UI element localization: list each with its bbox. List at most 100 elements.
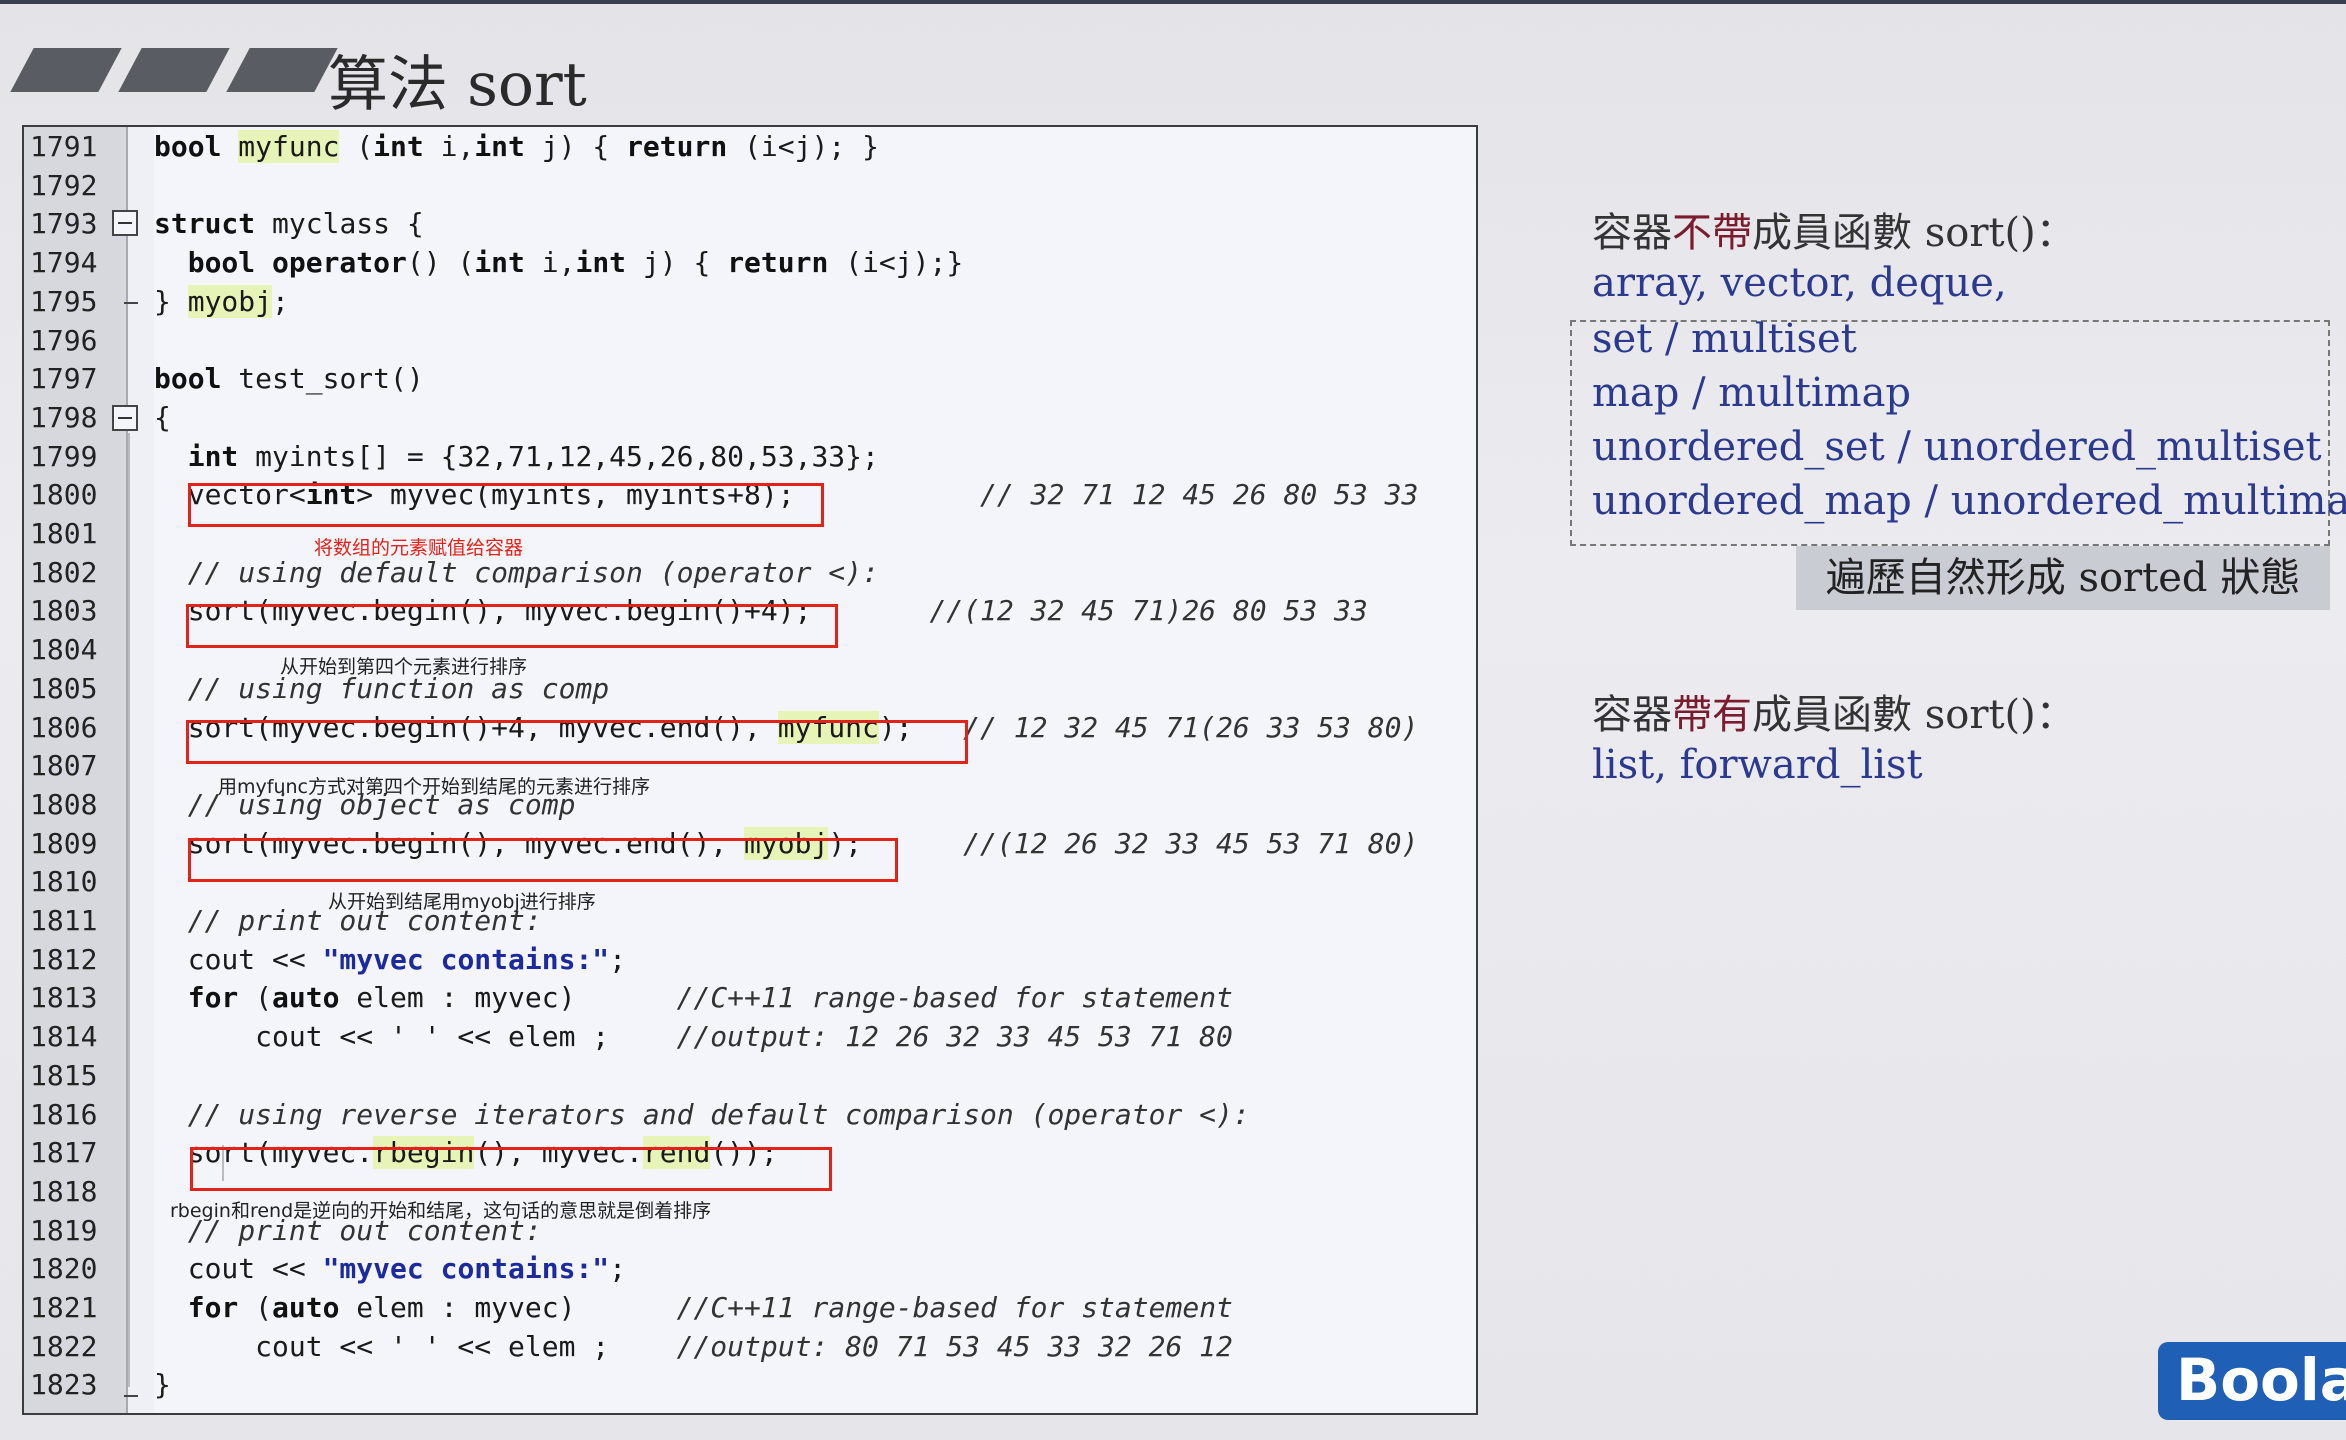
code-token: j) {	[626, 246, 728, 280]
line-number: 1801	[30, 517, 98, 550]
code-token: cout <<	[154, 1252, 323, 1286]
code-token: myfunc	[238, 130, 340, 163]
line-number: 1812	[30, 942, 98, 976]
line-number: 1823	[30, 1368, 98, 1402]
deco-bar	[226, 48, 338, 92]
slide-title: 算法 sort	[328, 50, 587, 120]
code-line: cout << ' ' << elem ; //output: 80 71 53…	[154, 1330, 1233, 1363]
annotation-note: 将数组的元素赋值给容器	[314, 537, 524, 559]
code-token: (	[339, 130, 374, 163]
line-number: 1822	[30, 1329, 98, 1363]
code-token: // 32 71 12 45 26 80 53 33	[794, 478, 1419, 512]
code-token: for	[154, 1291, 256, 1324]
fold-guide	[128, 433, 130, 1387]
code-token: "myvec contains:"	[322, 942, 610, 976]
code-line: bool operator() (int i,int j) { return (…	[154, 246, 964, 280]
code-token: ;	[272, 284, 289, 318]
code-token: test_sort()	[238, 362, 424, 396]
fold-collapse-icon[interactable]	[112, 405, 138, 431]
deco-bar	[118, 48, 230, 92]
code-token: myints[] = {32,71,12,45,26,80,53,33};	[255, 439, 879, 473]
code-token: bool	[154, 130, 239, 163]
line-number: 1797	[30, 362, 98, 396]
code-line: // using default comparison (operator <)…	[154, 556, 879, 589]
top-border	[0, 0, 2346, 4]
annotation-note: 从开始到结尾用myobj进行排序	[328, 891, 596, 913]
highlight-box	[188, 838, 898, 882]
code-token: }	[154, 284, 188, 318]
code-token: elem : myvec)	[339, 1291, 576, 1324]
annotation-note: rbegin和rend是逆向的开始和结尾，这句话的意思就是倒着排序	[170, 1200, 712, 1222]
code-token: cout <<	[154, 942, 323, 976]
code-line: for (auto elem : myvec) //C++11 range-ba…	[154, 1291, 1233, 1324]
code-token: auto	[272, 1291, 340, 1324]
code-token: //(12 26 32 33 45 53 71 80)	[862, 826, 1419, 860]
container-list-item: unordered_map / unordered_multimap	[1592, 478, 2346, 524]
code-token: cout << ' ' << elem ;	[154, 1020, 610, 1054]
fold-collapse-icon[interactable]	[112, 210, 138, 236]
code-token: (	[255, 981, 273, 1015]
line-number: 1798	[30, 400, 98, 434]
code-token: bool	[154, 362, 239, 396]
code-token: //(12 32 45 71)26 80 53 33	[811, 594, 1368, 628]
container-list-item: array, vector, deque,	[1592, 260, 2007, 306]
highlight-box	[190, 1147, 832, 1191]
fold-end-marker	[124, 1395, 138, 1397]
code-line: bool myfunc (int i,int j) { return (i<j)…	[154, 130, 879, 163]
code-token: myclass {	[272, 207, 424, 241]
code-token: cout << ' ' << elem ;	[154, 1329, 610, 1363]
line-number: 1817	[30, 1136, 98, 1170]
code-token: //C++11 range-based for statement	[575, 1291, 1233, 1324]
line-number: 1819	[30, 1213, 98, 1247]
sorted-state-badge: 遍歷自然形成 sorted 狀態	[1796, 546, 2330, 610]
line-number: 1796	[30, 323, 98, 357]
line-number: 1811	[30, 904, 98, 937]
code-line: }	[154, 1368, 171, 1401]
line-number: 1805	[30, 671, 98, 705]
code-token: "myvec contains:"	[322, 1252, 610, 1286]
code-line: int myints[] = {32,71,12,45,26,80,53,33}…	[154, 440, 879, 473]
fold-gutter	[126, 127, 154, 1413]
code-line: } myobj;	[154, 284, 289, 318]
code-token: int	[154, 439, 256, 473]
deco-bar	[10, 48, 122, 92]
code-token: int	[474, 246, 525, 280]
code-token: j) {	[524, 130, 627, 163]
highlight-box	[186, 720, 968, 764]
code-token: auto	[272, 981, 340, 1015]
container-list-item: map / multimap	[1592, 370, 1912, 416]
code-token: return	[727, 246, 829, 280]
code-token: for	[154, 981, 256, 1015]
code-token: // 12 32 45 71(26 33 53 80)	[912, 710, 1419, 744]
code-line: bool test_sort()	[154, 362, 424, 395]
highlight-box	[186, 604, 838, 648]
code-token: bool operator	[154, 246, 407, 280]
line-number: 1804	[30, 633, 98, 667]
code-line: cout << "myvec contains:";	[154, 943, 626, 976]
line-number: 1807	[30, 749, 98, 783]
line-number: 1792	[30, 168, 98, 202]
line-number: 1815	[30, 1058, 98, 1092]
line-number: 1794	[30, 246, 98, 280]
code-line: {	[154, 401, 171, 434]
code-token: i,	[423, 130, 475, 163]
code-token: struct	[154, 207, 273, 241]
line-number: 1808	[30, 787, 98, 821]
line-number: 1818	[30, 1174, 98, 1208]
line-number: 1816	[30, 1097, 98, 1131]
code-token: {	[154, 400, 171, 434]
code-token: //output: 12 26 32 33 45 53 71 80	[609, 1020, 1233, 1054]
code-token: //output: 80 71 53 45 33 32 26 12	[609, 1329, 1233, 1363]
code-line: struct myclass {	[154, 207, 424, 240]
line-number: 1802	[30, 555, 98, 589]
code-token: (	[255, 1291, 273, 1324]
logo-text: Boolar	[2176, 1346, 2346, 1414]
code-token: (i<j);}	[828, 246, 964, 280]
line-number: 1813	[30, 981, 98, 1015]
container-list-item: set / multiset	[1592, 316, 1857, 362]
code-token: // using default comparison (operator <)…	[154, 555, 879, 589]
container-list-item: list, forward_list	[1592, 742, 1923, 788]
line-number: 1806	[30, 710, 98, 744]
container-list-item: unordered_set / unordered_multiset	[1592, 424, 2322, 470]
code-token: myobj	[187, 284, 273, 318]
